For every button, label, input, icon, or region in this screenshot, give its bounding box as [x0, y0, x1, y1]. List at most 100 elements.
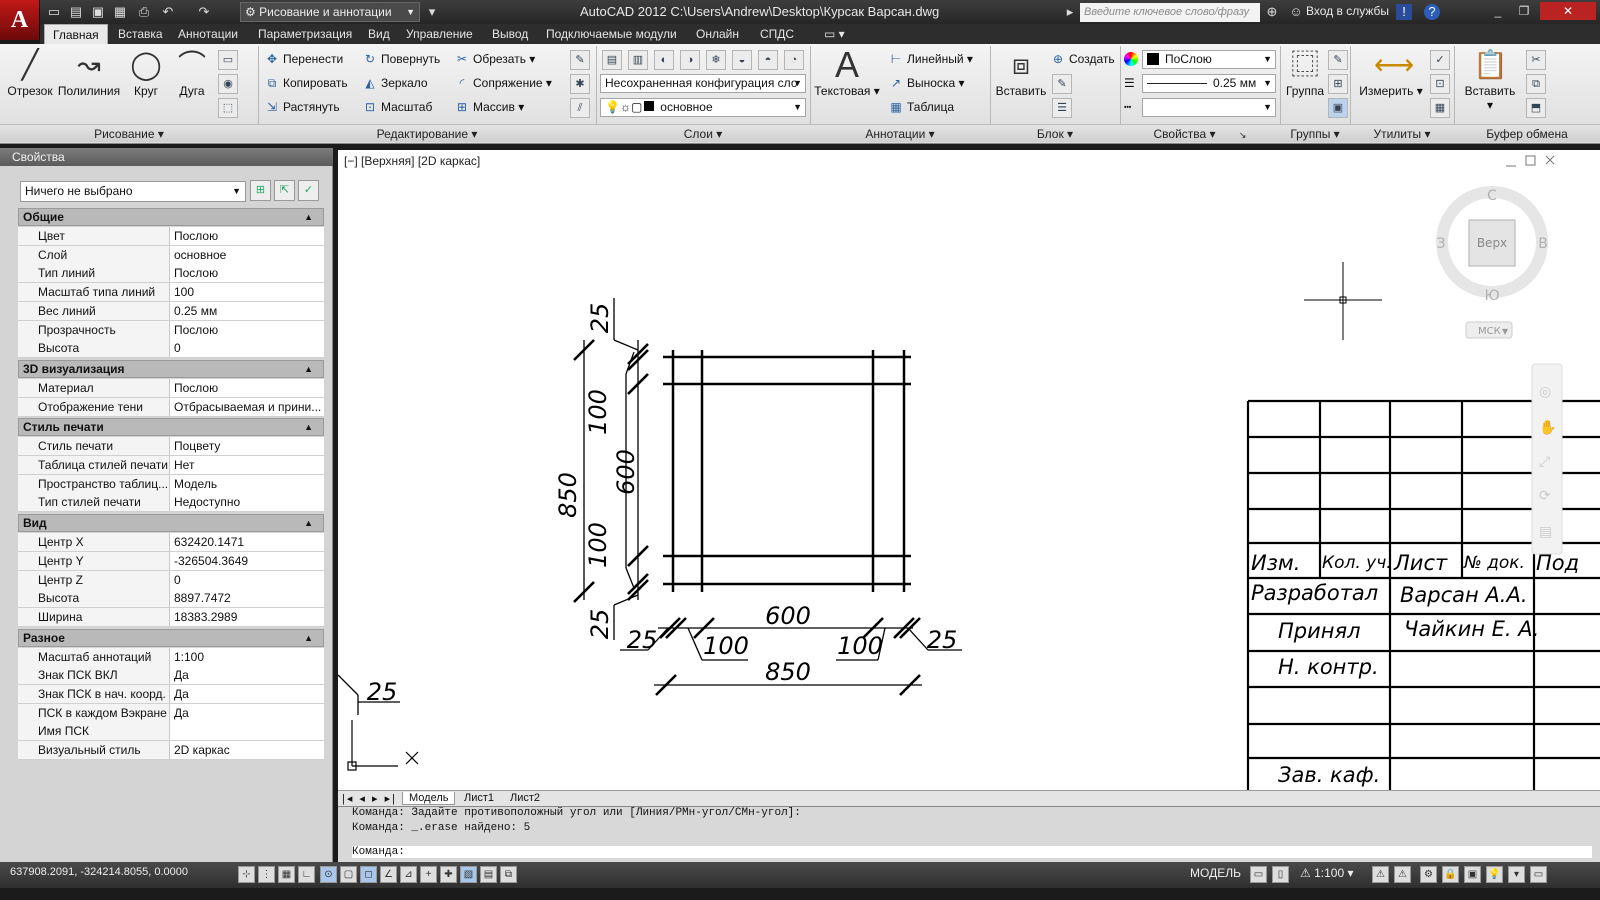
- property-value[interactable]: -326504.3649: [171, 552, 324, 570]
- property-value[interactable]: 1:100: [171, 648, 324, 666]
- restore-button[interactable]: ❐: [1514, 2, 1534, 20]
- property-value[interactable]: [171, 722, 324, 740]
- showmotion-icon[interactable]: ▤: [1539, 523, 1552, 539]
- lineweight-toggle-icon[interactable]: ✚: [440, 866, 457, 883]
- create-block-button[interactable]: ⊕ Создать: [1050, 48, 1115, 70]
- transparency-icon[interactable]: ▧: [460, 866, 477, 883]
- lineweight-select[interactable]: 0.25 мм ▼: [1142, 74, 1276, 93]
- drawing-area[interactable]: 850 600 100 100 25 25 600 25 100 100 25 …: [338, 150, 1600, 790]
- tab-view[interactable]: Вид: [360, 24, 398, 44]
- viewcube-west[interactable]: З: [1437, 236, 1446, 252]
- viewport-label[interactable]: [−] [Верхняя] [2D каркас]: [344, 154, 480, 168]
- object-snap-icon[interactable]: ▢: [340, 866, 357, 883]
- mirror-button[interactable]: ◭ Зеркало: [362, 72, 427, 94]
- property-row[interactable]: Тип линий Послою: [18, 264, 324, 284]
- property-row[interactable]: Ширина 18383.2989: [18, 607, 324, 627]
- print-icon[interactable]: ⎙: [136, 4, 152, 20]
- collapse-icon[interactable]: ▲: [304, 630, 313, 646]
- panel-properties-title[interactable]: Свойства ▾ ↘: [1120, 124, 1280, 142]
- fillet-button[interactable]: ◜ Сопряжение ▾: [454, 72, 552, 94]
- property-value[interactable]: 0.25 мм: [171, 302, 324, 320]
- tab-insert[interactable]: Вставка: [110, 24, 171, 44]
- save-as-icon[interactable]: ▦: [112, 4, 128, 20]
- polar-tracking-icon[interactable]: ⊙: [320, 866, 337, 883]
- property-row[interactable]: Высота 0: [18, 339, 324, 359]
- property-row[interactable]: Материал Послою: [18, 378, 324, 398]
- annotation-scale-select[interactable]: ⚠ 1:100 ▾: [1300, 866, 1354, 880]
- layer-properties-icon[interactable]: ▤: [602, 50, 622, 70]
- panel-annotation-title[interactable]: Аннотации ▾: [810, 124, 990, 142]
- copy-clip-icon[interactable]: ⧉: [1526, 74, 1546, 94]
- property-value[interactable]: Поцвету: [171, 437, 324, 455]
- property-row[interactable]: Цвет Послою: [18, 227, 324, 246]
- color-wheel-icon[interactable]: [1124, 52, 1138, 66]
- rotate-button[interactable]: ↻ Повернуть: [362, 48, 440, 70]
- close-window-button[interactable]: ✕: [1540, 2, 1596, 20]
- layer-isolate-icon[interactable]: ◑: [680, 50, 700, 70]
- region-icon[interactable]: ⬚: [218, 98, 238, 118]
- category-header[interactable]: Стиль печати ▲: [18, 418, 324, 437]
- category-header[interactable]: Вид ▲: [18, 514, 324, 533]
- collapse-icon[interactable]: ▲: [304, 209, 313, 225]
- polyline-button[interactable]: ↝ Полилиния: [56, 48, 122, 98]
- panel-layers-title[interactable]: Слои ▾: [596, 124, 810, 142]
- collapse-icon[interactable]: ▲: [304, 419, 313, 435]
- binoculars-icon[interactable]: ⊕: [1264, 4, 1280, 20]
- property-value[interactable]: Отбрасываемая и прини...: [171, 398, 324, 416]
- layer-off-icon[interactable]: ◐: [654, 50, 674, 70]
- collapse-icon[interactable]: ▲: [304, 515, 313, 531]
- block-attribute-icon[interactable]: ☰: [1052, 98, 1072, 118]
- explode-icon[interactable]: ✱: [570, 74, 590, 94]
- property-row[interactable]: Отображение тени Отбрасываемая и прини...: [18, 397, 324, 417]
- property-row[interactable]: Высота 8897.7472: [18, 589, 324, 609]
- layer-state-select[interactable]: Несохраненная конфигурация сло ▼: [600, 74, 806, 93]
- property-row[interactable]: Центр Z0: [18, 570, 324, 590]
- property-row[interactable]: Прозрачность Послою: [18, 320, 324, 340]
- arc-button[interactable]: ⌒ Дуга: [170, 48, 214, 98]
- new-file-icon[interactable]: ▭: [46, 4, 62, 20]
- wcs-menu[interactable]: МСК: [1478, 326, 1501, 337]
- property-row[interactable]: Вес линий 0.25 мм: [18, 301, 324, 321]
- tab-home[interactable]: Главная: [44, 24, 108, 44]
- property-row[interactable]: Масштаб аннотаций 1:100: [18, 647, 324, 667]
- viewport-window-controls[interactable]: [1506, 155, 1555, 167]
- trim-button[interactable]: ✂ Обрезать ▾: [454, 48, 535, 70]
- quick-view-layouts-icon[interactable]: ▭: [1250, 866, 1267, 883]
- category-header[interactable]: Разное ▲: [18, 628, 324, 647]
- property-value[interactable]: 0: [171, 339, 324, 357]
- select-all-icon[interactable]: ⊡: [1430, 74, 1450, 94]
- selection-cycling-icon[interactable]: ⧉: [500, 866, 517, 883]
- search-expand-icon[interactable]: ▸: [1062, 4, 1078, 20]
- steering-wheel-icon[interactable]: ◎: [1539, 383, 1551, 399]
- match-properties-icon[interactable]: ⬒: [1526, 98, 1546, 118]
- property-row[interactable]: Масштаб типа линий 100: [18, 283, 324, 303]
- category-header[interactable]: 3D визуализация ▲: [18, 359, 324, 378]
- leader-button[interactable]: ↗ Выноска ▾: [888, 72, 965, 94]
- model-space-toggle[interactable]: МОДЕЛЬ: [1190, 866, 1241, 880]
- property-row[interactable]: Таблица стилей печати Нет: [18, 456, 324, 475]
- panel-draw-title[interactable]: Рисование ▾: [0, 124, 258, 142]
- circle-button[interactable]: ◯ Круг: [124, 48, 168, 98]
- tab-manage[interactable]: Управление: [398, 24, 481, 44]
- panel-clipboard-title[interactable]: Буфер обмена: [1454, 124, 1600, 142]
- workspace-select[interactable]: ⚙ Рисование и аннотации ▼: [240, 2, 420, 22]
- category-header[interactable]: Общие ▲: [18, 208, 324, 226]
- text-button[interactable]: A Текстовая ▾: [814, 47, 880, 99]
- layer-lock-icon[interactable]: ◒: [732, 50, 752, 70]
- table-button[interactable]: ▦ Таблица: [888, 96, 954, 118]
- toggle-pickadd-icon[interactable]: ⊞: [250, 180, 271, 201]
- undo-icon[interactable]: ↶: [160, 4, 176, 20]
- property-value[interactable]: Послою: [171, 227, 324, 245]
- offset-icon[interactable]: ⫽: [570, 98, 590, 118]
- workspace-switching-icon[interactable]: ⚙: [1420, 866, 1437, 883]
- panel-modify-title[interactable]: Редактирование ▾: [258, 124, 596, 142]
- select-objects-icon[interactable]: ⇱: [274, 180, 295, 201]
- group-button[interactable]: ⿴ Группа: [1284, 48, 1326, 98]
- search-input[interactable]: Введите ключевое слово/фразу: [1080, 3, 1260, 22]
- viewcube[interactable]: Верх С Ю З В МСК ▼: [1436, 186, 1548, 339]
- array-button[interactable]: ⊞ Массив ▾: [454, 96, 524, 118]
- cut-icon[interactable]: ✂: [1526, 50, 1546, 70]
- collapse-icon[interactable]: ▲: [304, 361, 313, 377]
- otrack-icon[interactable]: ∠: [380, 866, 397, 883]
- layer-select[interactable]: 💡☼▢ основное ▼: [600, 98, 806, 117]
